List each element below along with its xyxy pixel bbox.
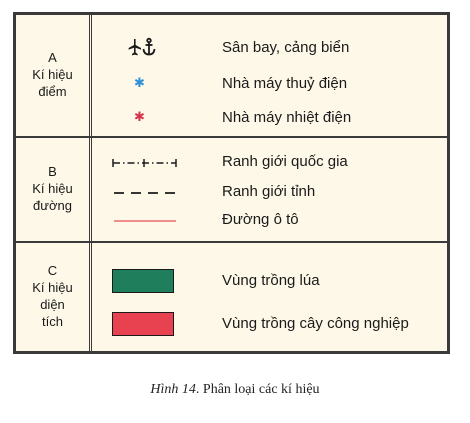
- category-title-line: diện: [40, 297, 65, 312]
- airport-seaport-icon: [92, 33, 202, 63]
- category-title-line: tích: [42, 314, 63, 329]
- column-divider: [89, 15, 92, 351]
- legend-item-label: Vùng trồng lúa: [222, 272, 320, 289]
- section-line-symbols: B Kí hiệu đường Ranh giới quốc gia Ranh …: [16, 139, 447, 242]
- category-title-line: đường: [33, 198, 72, 213]
- blue-star-icon: ✱: [134, 76, 145, 91]
- legend-row: Ranh giới quốc gia: [92, 147, 447, 177]
- legend-item-label: Ranh giới quốc gia: [222, 153, 348, 170]
- green-area-swatch: [92, 266, 202, 296]
- category-title-line: điểm: [38, 84, 67, 99]
- dash-dot-line: [92, 147, 202, 177]
- section-divider: [16, 241, 447, 243]
- category-label-area: C Kí hiệu diện tích: [16, 262, 89, 330]
- category-title-line: Kí hiệu: [32, 67, 73, 82]
- legend-row: Vùng trồng cây công nghiệp: [92, 309, 447, 339]
- symbol-legend-table: A Kí hiệu điểm Sân bay, cảng biển ✱ Nhà …: [13, 12, 450, 354]
- category-letter: A: [48, 50, 57, 65]
- legend-item-label: Đường ô tô: [222, 211, 299, 228]
- category-label-point: A Kí hiệu điểm: [16, 49, 89, 100]
- legend-row: Đường ô tô: [92, 205, 447, 235]
- legend-item-label: Ranh giới tỉnh: [222, 183, 316, 200]
- category-label-line: B Kí hiệu đường: [16, 163, 89, 214]
- legend-item-label: Nhà máy nhiệt điện: [222, 109, 352, 126]
- legend-item-label: Vùng trồng cây công nghiệp: [222, 315, 409, 332]
- figure-caption: Hình 14. Phân loại các kí hiệu: [0, 382, 470, 398]
- figure-caption-text: . Phân loại các kí hiệu: [195, 382, 320, 397]
- figure-number: Hình 14: [150, 382, 196, 397]
- legend-row: Sân bay, cảng biển: [92, 33, 447, 63]
- legend-row: Vùng trồng lúa: [92, 266, 447, 296]
- legend-row: Ranh giới tỉnh: [92, 177, 447, 207]
- red-area-swatch: [92, 309, 202, 339]
- legend-row: ✱ Nhà máy nhiệt điện: [92, 103, 447, 133]
- dashed-line: [92, 177, 202, 207]
- category-letter: C: [47, 263, 58, 278]
- section-point-symbols: A Kí hiệu điểm Sân bay, cảng biển ✱ Nhà …: [16, 15, 447, 137]
- legend-row: ✱ Nhà máy thuỷ điện: [92, 69, 447, 99]
- red-star-icon: ✱: [134, 110, 145, 125]
- legend-item-label: Nhà máy thuỷ điện: [222, 75, 348, 92]
- solid-red-line: [92, 205, 202, 235]
- category-letter: B: [48, 164, 57, 179]
- section-divider: [16, 136, 447, 138]
- category-title-line: Kí hiệu: [32, 181, 73, 196]
- section-area-symbols: C Kí hiệu diện tích Vùng trồng lúa Vùng …: [16, 244, 447, 351]
- legend-item-label: Sân bay, cảng biển: [222, 39, 350, 56]
- category-title-line: Kí hiệu: [32, 280, 73, 295]
